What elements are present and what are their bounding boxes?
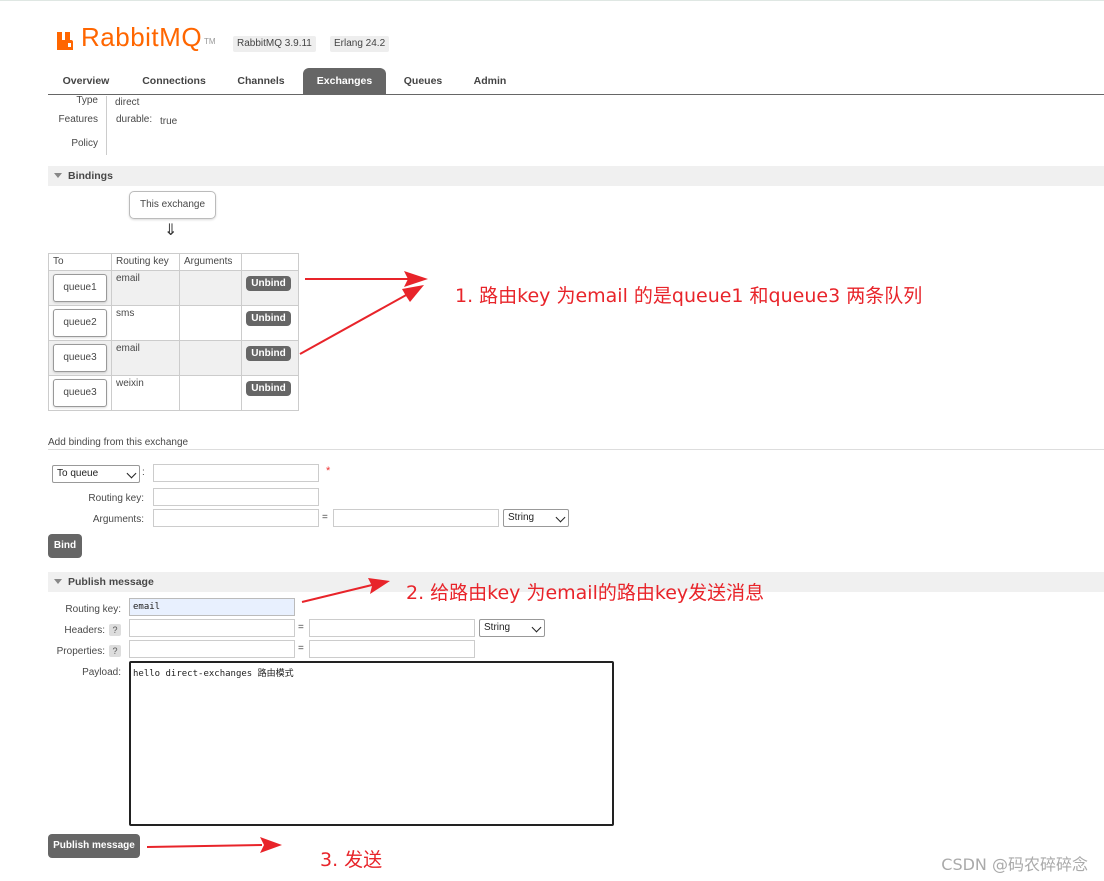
annotation-note-2: 2. 给路由key 为email的路由key发送消息 xyxy=(406,582,765,604)
annotation-arrow-2 xyxy=(299,285,424,355)
annotation-arrow-4 xyxy=(146,837,282,853)
watermark: CSDN @码农碎碎念 xyxy=(941,855,1088,874)
annotation-arrow-1 xyxy=(305,271,428,287)
annotation-note-1: 1. 路由key 为email 的是queue1 和queue3 两条队列 xyxy=(455,285,923,307)
annotation-note-3: 3. 发送 xyxy=(320,849,383,871)
annotation-arrow-3 xyxy=(301,578,390,603)
annotation-arrows xyxy=(146,271,428,853)
